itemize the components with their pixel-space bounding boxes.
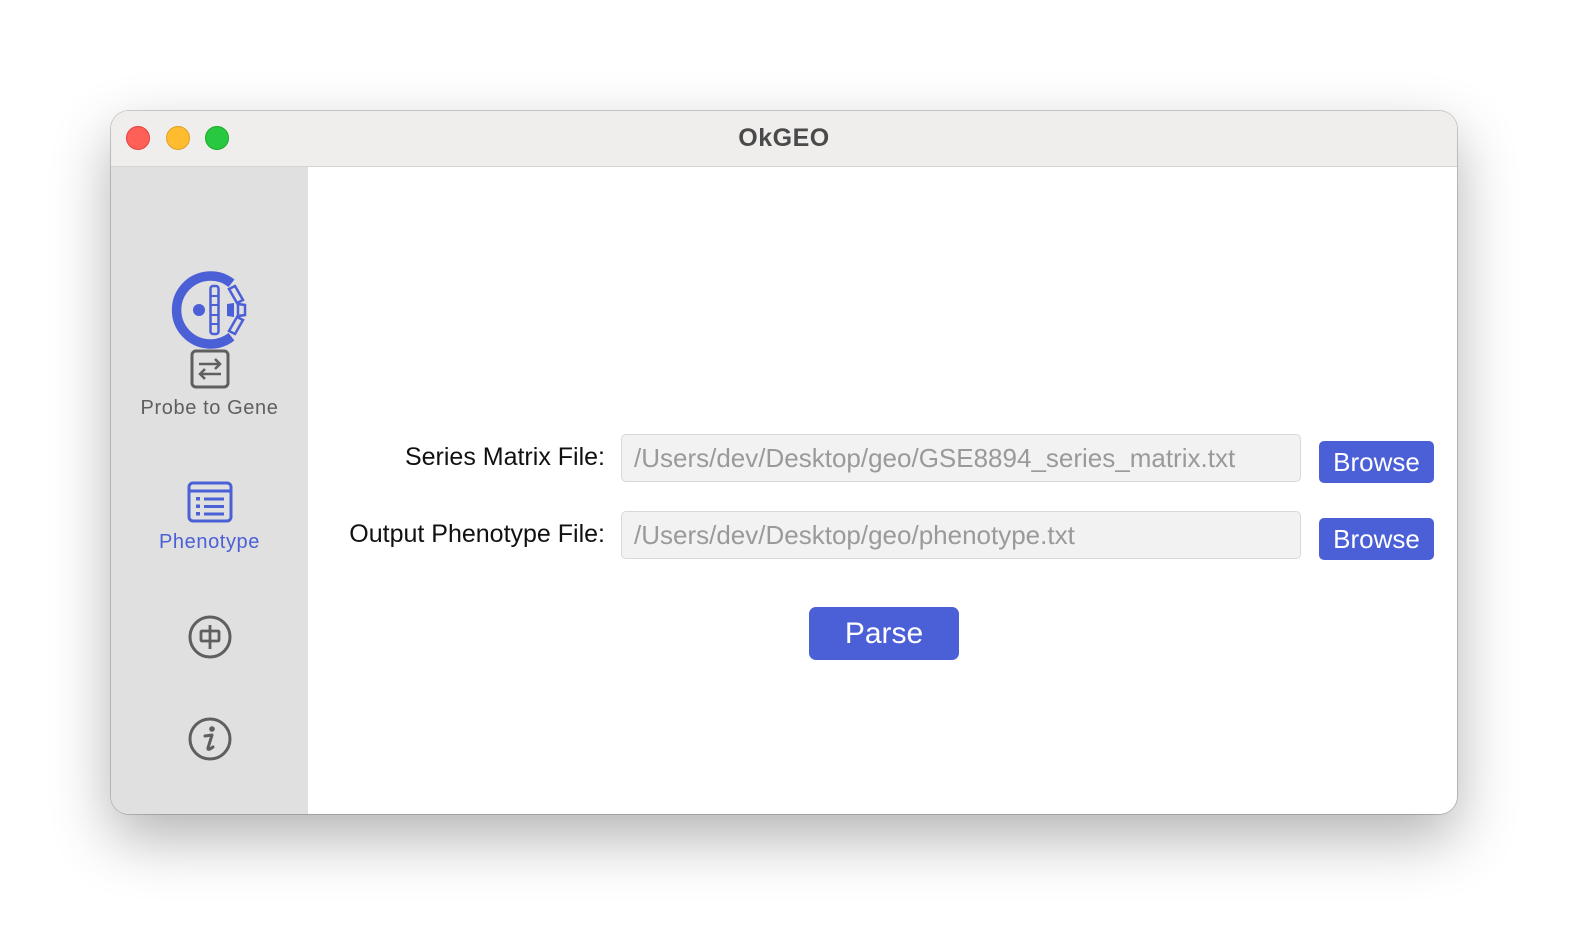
output-phenotype-file-label: Output Phenotype File: [349, 520, 605, 548]
sidebar-item-label: Phenotype [158, 531, 261, 553]
app-window: OkGEO Probe to Gene Phenotype Series Mat… [111, 111, 1457, 814]
sidebar: Probe to Gene Phenotype [111, 167, 308, 814]
okgeo-logo-icon [171, 271, 247, 349]
parse-button[interactable]: Parse [809, 607, 959, 660]
sidebar-item-probe-to-gene[interactable]: Probe to Gene [111, 349, 308, 420]
main-content: Series Matrix File: Browse Output Phenot… [308, 167, 1457, 814]
window-title: OkGEO [738, 124, 830, 152]
series-matrix-file-field[interactable] [621, 434, 1301, 482]
title-bar[interactable]: OkGEO [111, 111, 1457, 167]
browse-output-file-button[interactable]: Browse [1319, 518, 1434, 560]
browse-series-matrix-button[interactable]: Browse [1319, 441, 1434, 483]
output-phenotype-file-field[interactable] [621, 511, 1301, 559]
language-zh-icon [188, 615, 231, 659]
swap-arrows-icon [190, 349, 229, 389]
list-icon [187, 481, 232, 523]
desktop: OkGEO Probe to Gene Phenotype Series Mat… [0, 0, 1586, 936]
series-matrix-file-label: Series Matrix File: [404, 443, 605, 471]
sidebar-item-label: Probe to Gene [140, 397, 279, 419]
sidebar-item-about[interactable] [111, 716, 308, 762]
sidebar-item-language[interactable] [111, 614, 308, 660]
info-icon [188, 717, 231, 761]
sidebar-item-phenotype[interactable]: Phenotype [111, 481, 308, 554]
